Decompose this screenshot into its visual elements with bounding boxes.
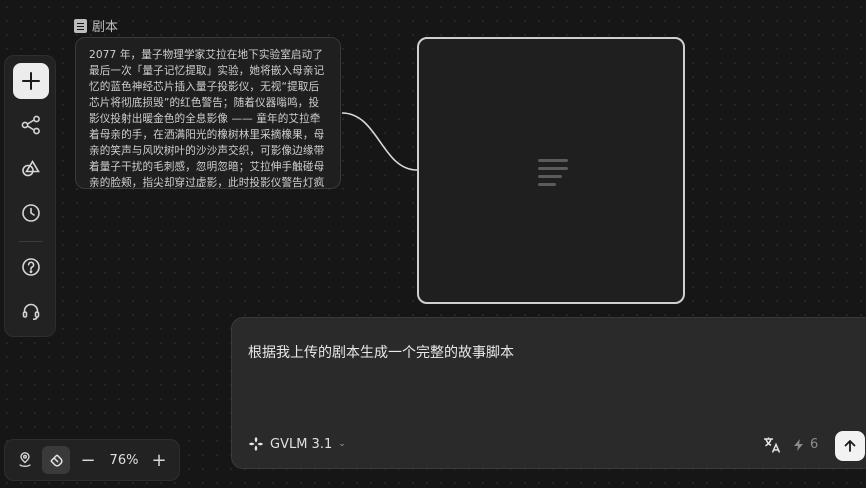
model-selector[interactable]: GVLM 3.1 ⌄ [248,436,346,452]
send-button[interactable] [835,431,865,461]
zoom-level: 76% [109,452,139,468]
credit-cost: 6 [794,437,818,452]
model-logo-icon [249,437,263,451]
script-content: 2077 年，量子物理学家艾拉在地下实验室启动了最后一次「量子记忆提取」实验，她… [89,49,325,189]
script-node-title: 剧本 [92,20,119,35]
support-button[interactable] [13,293,49,329]
workflow-button[interactable] [13,107,49,143]
node-graph-icon [21,115,40,135]
plus-icon [22,72,40,90]
translate-icon[interactable] [762,435,782,455]
assets-button[interactable] [13,151,49,187]
script-node-label: 剧本 [74,16,118,35]
text-lines-icon [538,159,568,191]
locate-button[interactable] [11,446,39,474]
map-pin-icon [19,452,31,468]
zoom-bar: − 76% + [4,439,180,481]
zoom-out-button[interactable]: − [77,446,99,474]
lightning-icon [794,438,803,451]
clock-icon [22,204,40,222]
add-button[interactable] [13,63,49,99]
magnet-toggle[interactable] [42,446,70,474]
history-button[interactable] [13,195,49,231]
model-name: GVLM 3.1 [270,436,333,452]
headset-icon [22,303,40,321]
document-icon [74,18,87,33]
prompt-panel: 根据我上传的剧本生成一个完整的故事脚本 GVLM 3.1 ⌄ 6 [231,317,866,469]
help-button[interactable] [13,249,49,285]
text-output-node[interactable] [417,37,685,304]
zoom-in-button[interactable]: + [148,446,170,474]
magnet-icon [50,454,63,467]
arrow-up-icon [844,439,856,452]
credit-value: 6 [810,437,819,452]
question-icon [22,258,40,276]
shapes-icon [22,159,40,177]
chevron-down-icon: ⌄ [338,439,346,449]
toolbar-divider [19,241,43,242]
prompt-input[interactable]: 根据我上传的剧本生成一个完整的故事脚本 [248,342,514,362]
left-toolbar [4,55,56,337]
script-node[interactable]: 2077 年，量子物理学家艾拉在地下实验室启动了最后一次「量子记忆提取」实验，她… [75,37,341,189]
